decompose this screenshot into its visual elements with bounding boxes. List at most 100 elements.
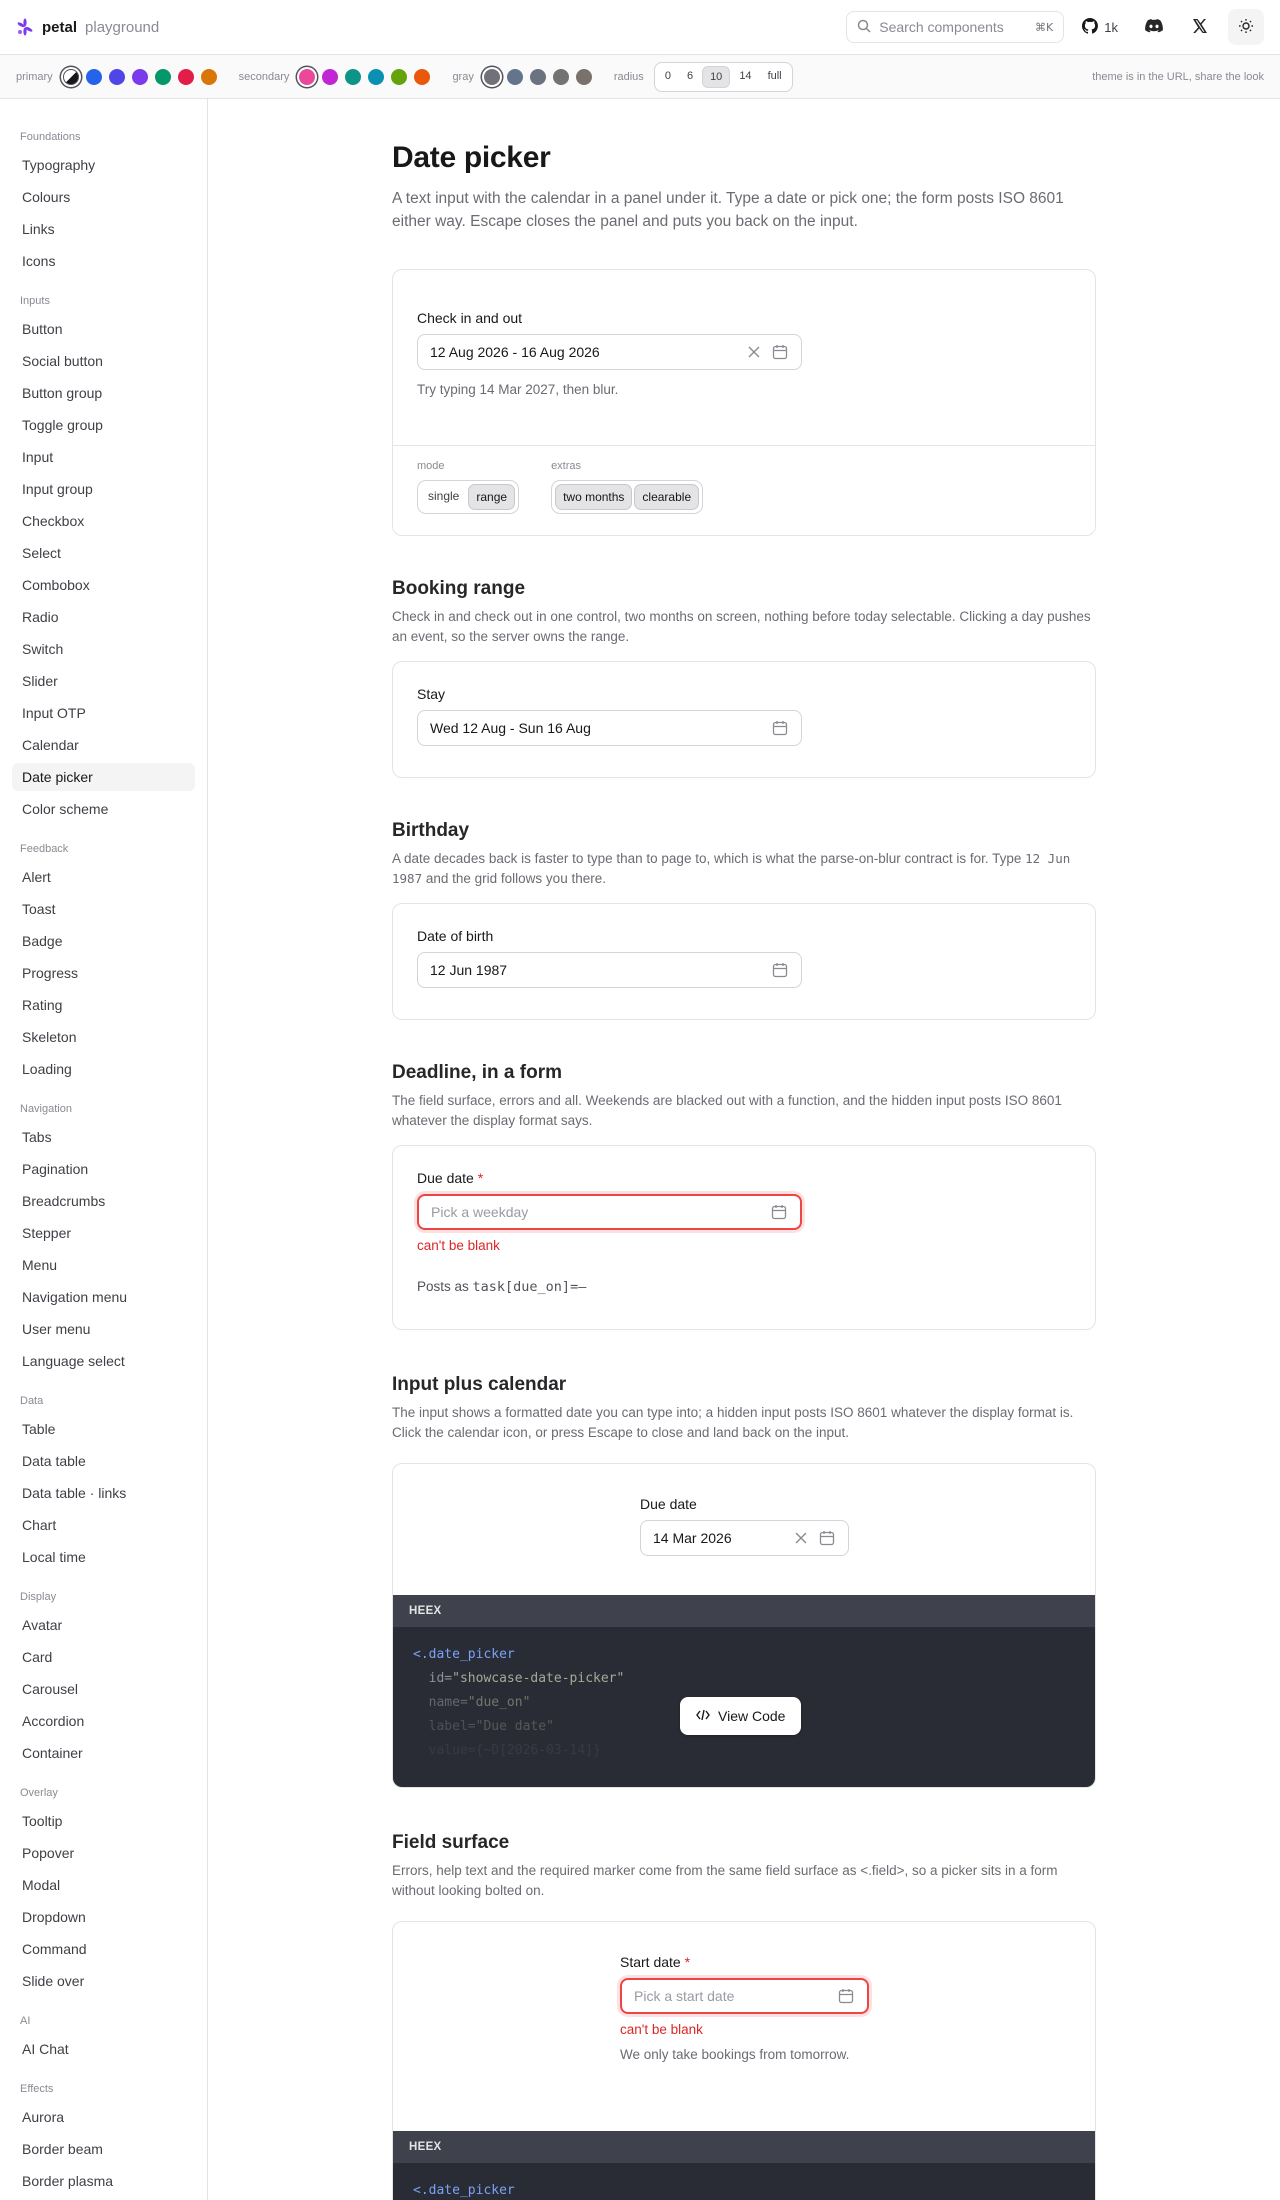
primary-swatch[interactable]	[200, 68, 217, 85]
sidebar-item-progress[interactable]: Progress	[12, 959, 195, 987]
stay-date-picker-input[interactable]: Wed 12 Aug - Sun 16 Aug	[417, 710, 802, 746]
sidebar-item-pagination[interactable]: Pagination	[12, 1155, 195, 1183]
radius-option[interactable]: 10	[702, 65, 731, 88]
sidebar-item-button-group[interactable]: Button group	[12, 379, 195, 407]
sidebar-item-input-group[interactable]: Input group	[12, 475, 195, 503]
extras-option[interactable]: two months	[555, 484, 633, 510]
secondary-swatch[interactable]	[368, 68, 385, 85]
sidebar-item-checkbox[interactable]: Checkbox	[12, 507, 195, 535]
sidebar-item-language-select[interactable]: Language select	[12, 1347, 195, 1375]
ic-date-picker-input[interactable]: 14 Mar 2026	[640, 1520, 849, 1556]
sidebar-item-skeleton[interactable]: Skeleton	[12, 1023, 195, 1051]
sidebar-item-tooltip[interactable]: Tooltip	[12, 1807, 195, 1835]
sidebar-item-ai-chat[interactable]: AI Chat	[12, 2035, 195, 2063]
sidebar-item-popover[interactable]: Popover	[12, 1839, 195, 1867]
sidebar-item-colours[interactable]: Colours	[12, 183, 195, 211]
due-date-picker-input[interactable]: Pick a weekday	[417, 1194, 802, 1230]
sidebar-item-icons[interactable]: Icons	[12, 247, 195, 275]
sidebar-item-data-table-links[interactable]: Data table · links	[12, 1479, 195, 1507]
secondary-swatch[interactable]	[414, 68, 431, 85]
brand[interactable]: petal playground	[16, 18, 159, 36]
secondary-swatch[interactable]	[322, 68, 339, 85]
sidebar-item-social-button[interactable]: Social button	[12, 347, 195, 375]
sidebar-item-aurora[interactable]: Aurora	[12, 2103, 195, 2131]
sidebar-item-container[interactable]: Container	[12, 1739, 195, 1767]
sidebar-item-local-time[interactable]: Local time	[12, 1543, 195, 1571]
primary-swatch[interactable]	[154, 68, 171, 85]
github-link[interactable]: 1k	[1074, 11, 1126, 43]
primary-swatch[interactable]	[85, 68, 102, 85]
sidebar-item-toggle-group[interactable]: Toggle group	[12, 411, 195, 439]
radius-option[interactable]: full	[761, 66, 789, 88]
gray-swatch[interactable]	[506, 68, 523, 85]
sidebar-item-select[interactable]: Select	[12, 539, 195, 567]
primary-swatch[interactable]	[177, 68, 194, 85]
mode-option[interactable]: single	[421, 484, 466, 510]
view-code-button[interactable]: View Code	[680, 1697, 802, 1735]
radius-option[interactable]: 6	[680, 66, 700, 88]
sidebar-item-calendar[interactable]: Calendar	[12, 731, 195, 759]
sidebar-item-accordion[interactable]: Accordion	[12, 1707, 195, 1735]
sidebar-item-links[interactable]: Links	[12, 215, 195, 243]
primary-swatch[interactable]	[131, 68, 148, 85]
secondary-swatch[interactable]	[299, 68, 316, 85]
sidebar-item-command[interactable]: Command	[12, 1935, 195, 1963]
sidebar-item-data-table[interactable]: Data table	[12, 1447, 195, 1475]
secondary-swatch[interactable]	[391, 68, 408, 85]
sidebar-item-navigation-menu[interactable]: Navigation menu	[12, 1283, 195, 1311]
mode-option[interactable]: range	[468, 484, 516, 510]
sidebar-item-card[interactable]: Card	[12, 1643, 195, 1671]
sidebar-item-input-otp[interactable]: Input OTP	[12, 699, 195, 727]
sidebar-item-loading[interactable]: Loading	[12, 1055, 195, 1083]
sidebar-item-modal[interactable]: Modal	[12, 1871, 195, 1899]
sidebar-item-switch[interactable]: Switch	[12, 635, 195, 663]
start-date-picker-input[interactable]: Pick a start date	[620, 1978, 869, 2014]
sidebar-item-border-beam[interactable]: Border beam	[12, 2135, 195, 2163]
gray-swatch[interactable]	[483, 68, 500, 85]
extras-option[interactable]: clearable	[634, 484, 700, 510]
sidebar-item-carousel[interactable]: Carousel	[12, 1675, 195, 1703]
sidebar-item-combobox[interactable]: Combobox	[12, 571, 195, 599]
gray-swatch[interactable]	[575, 68, 592, 85]
sidebar-item-tabs[interactable]: Tabs	[12, 1123, 195, 1151]
primary-swatch[interactable]	[108, 68, 125, 85]
sidebar-item-slide-over[interactable]: Slide over	[12, 1967, 195, 1995]
sidebar-item-typography[interactable]: Typography	[12, 151, 195, 179]
calendar-icon[interactable]	[771, 961, 789, 979]
sidebar-item-stepper[interactable]: Stepper	[12, 1219, 195, 1247]
theme-toggle-button[interactable]	[1228, 9, 1264, 45]
sidebar-item-table[interactable]: Table	[12, 1415, 195, 1443]
calendar-icon[interactable]	[771, 343, 789, 361]
sidebar-item-button[interactable]: Button	[12, 315, 195, 343]
x-twitter-link[interactable]	[1182, 9, 1218, 45]
sidebar-item-menu[interactable]: Menu	[12, 1251, 195, 1279]
clear-icon[interactable]	[792, 1529, 810, 1547]
sidebar-item-chart[interactable]: Chart	[12, 1511, 195, 1539]
sidebar-item-user-menu[interactable]: User menu	[12, 1315, 195, 1343]
demo-date-picker-input[interactable]: 12 Aug 2026 - 16 Aug 2026	[417, 334, 802, 370]
sidebar-item-alert[interactable]: Alert	[12, 863, 195, 891]
calendar-icon[interactable]	[837, 1987, 855, 2005]
sidebar-item-date-picker[interactable]: Date picker	[12, 763, 195, 791]
sidebar-item-breadcrumbs[interactable]: Breadcrumbs	[12, 1187, 195, 1215]
clear-icon[interactable]	[745, 343, 763, 361]
dob-date-picker-input[interactable]: 12 Jun 1987	[417, 952, 802, 988]
sidebar-item-border-plasma[interactable]: Border plasma	[12, 2167, 195, 2195]
sidebar-item-badge[interactable]: Badge	[12, 927, 195, 955]
calendar-icon[interactable]	[770, 1203, 788, 1221]
radius-option[interactable]: 0	[658, 66, 678, 88]
secondary-swatch[interactable]	[345, 68, 362, 85]
sidebar-item-input[interactable]: Input	[12, 443, 195, 471]
sidebar-item-toast[interactable]: Toast	[12, 895, 195, 923]
sidebar-item-radio[interactable]: Radio	[12, 603, 195, 631]
sidebar-item-avatar[interactable]: Avatar	[12, 1611, 195, 1639]
sidebar-item-dropdown[interactable]: Dropdown	[12, 1903, 195, 1931]
primary-swatch-mono[interactable]	[62, 68, 79, 85]
radius-option[interactable]: 14	[732, 66, 758, 88]
calendar-icon[interactable]	[771, 719, 789, 737]
discord-link[interactable]	[1136, 9, 1172, 45]
gray-swatch[interactable]	[552, 68, 569, 85]
sidebar-item-color-scheme[interactable]: Color scheme	[12, 795, 195, 823]
calendar-icon[interactable]	[818, 1529, 836, 1547]
sidebar-item-slider[interactable]: Slider	[12, 667, 195, 695]
